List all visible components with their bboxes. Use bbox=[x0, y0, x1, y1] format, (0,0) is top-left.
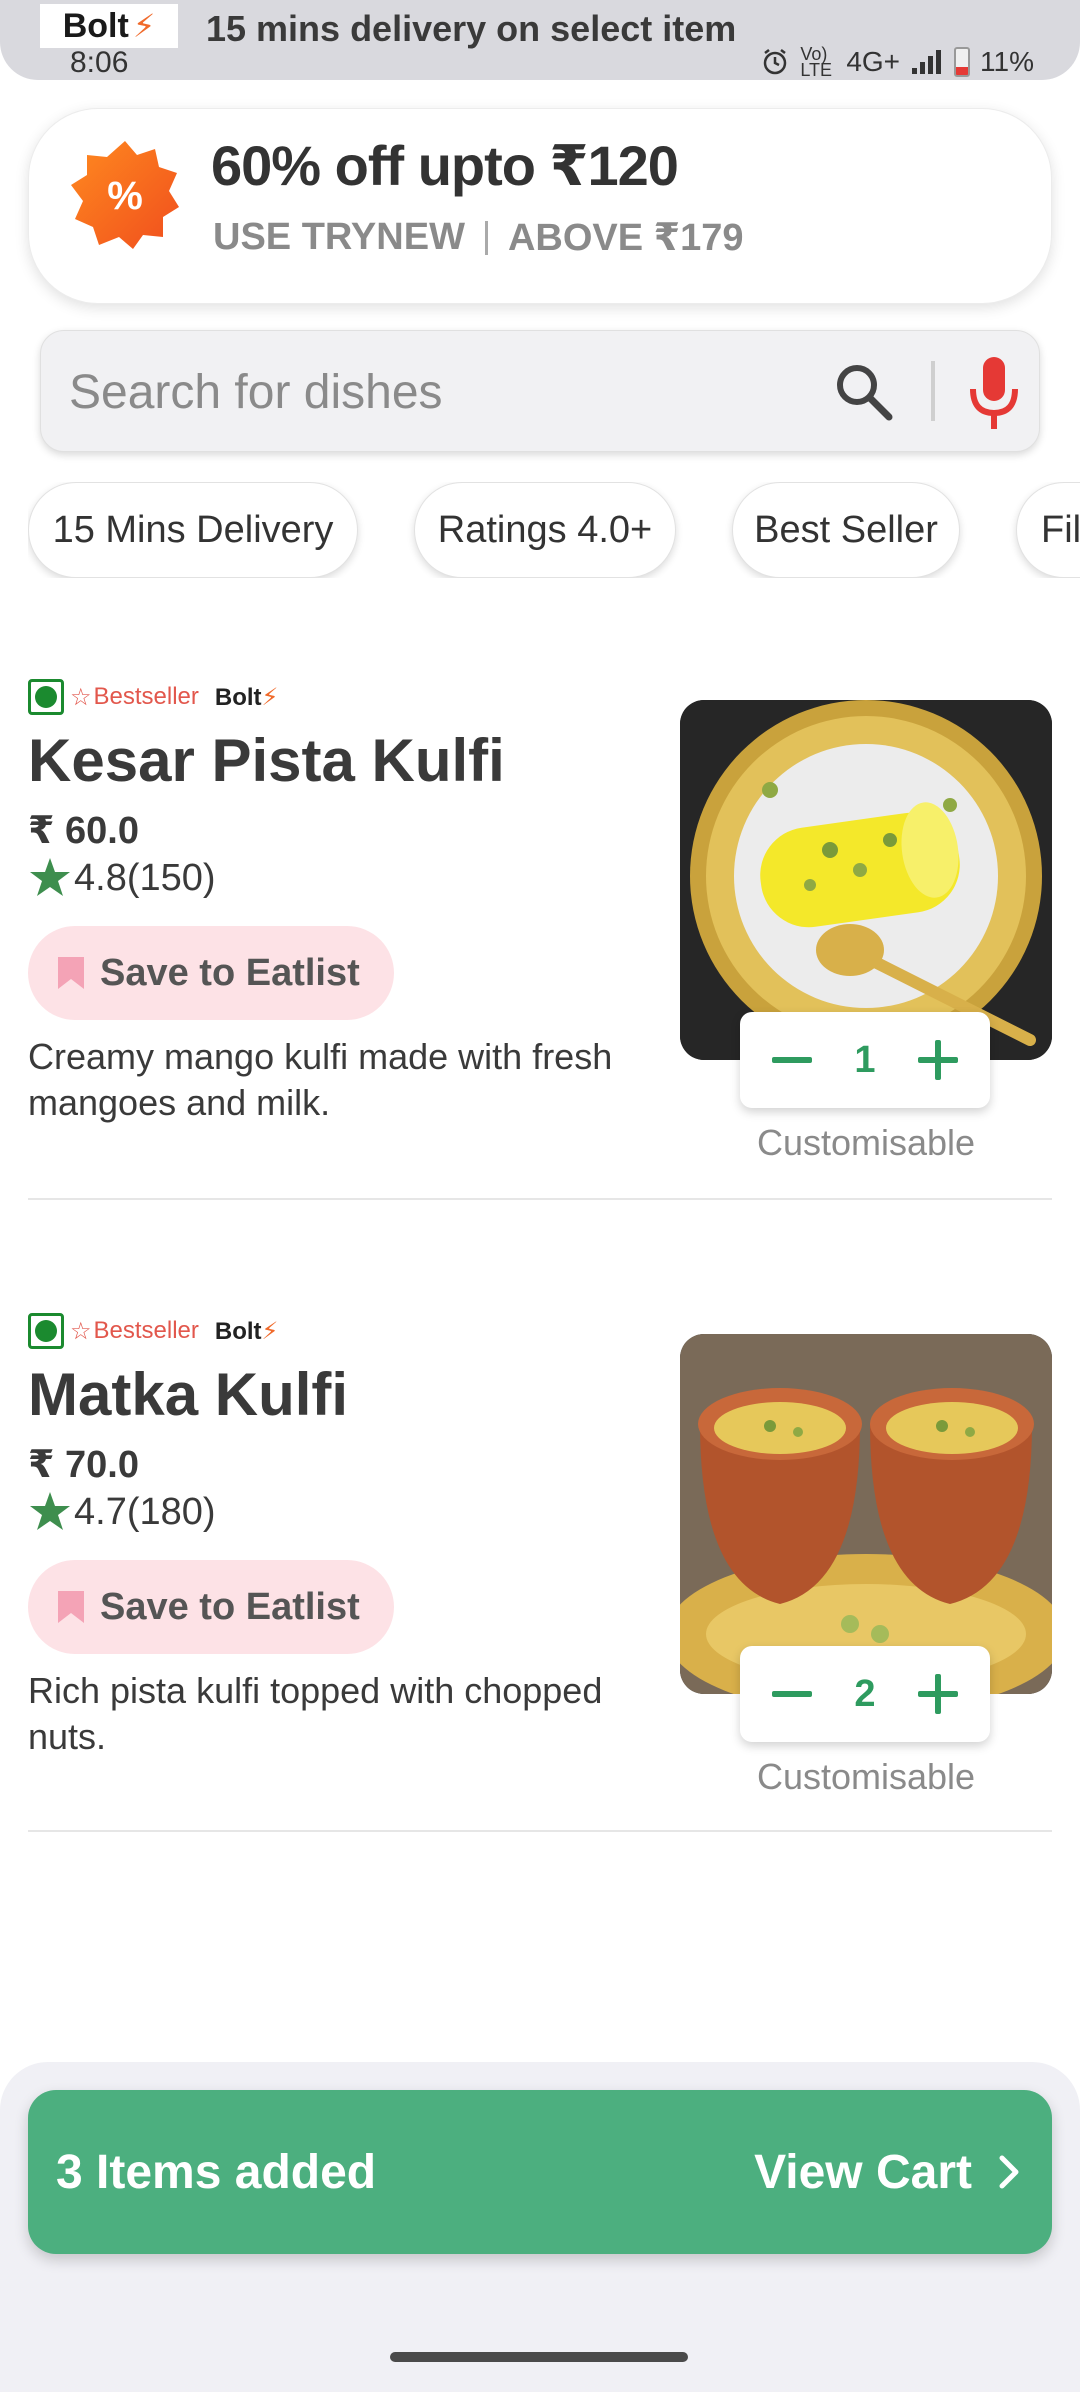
menu-item: ☆ Bestseller Bolt⚡ Kesar Pista Kulfi ₹ 60… bbox=[28, 678, 1052, 1198]
chip-filters[interactable]: Filt bbox=[1016, 482, 1080, 578]
discount-badge-icon: % bbox=[71, 141, 179, 249]
menu-item: ☆ Bestseller Bolt⚡ Matka Kulfi ₹ 70.0 4.7… bbox=[28, 1312, 1052, 1832]
chip-ratings[interactable]: Ratings 4.0+ bbox=[414, 482, 676, 578]
bolt-tag-icon: ⚡ bbox=[261, 683, 279, 711]
chevron-right-icon bbox=[999, 2155, 1019, 2189]
item-divider bbox=[28, 1830, 1052, 1832]
status-time: 8:06 bbox=[70, 46, 129, 79]
rating-value: 4.7(180) bbox=[74, 1490, 216, 1533]
rating-star-icon bbox=[30, 1492, 70, 1530]
minus-icon bbox=[772, 1691, 812, 1697]
offer-title: 60% off upto ₹120 bbox=[211, 134, 679, 197]
veg-icon bbox=[28, 679, 64, 715]
bolt-logo-text: Bolt bbox=[62, 6, 129, 45]
bolt-lightning-icon: ⚡ bbox=[132, 8, 156, 44]
offer-banner[interactable]: % 60% off upto ₹120 USE TRYNEW ABOVE ₹17… bbox=[28, 108, 1052, 304]
offer-subtitle: USE TRYNEW ABOVE ₹179 bbox=[213, 215, 743, 260]
bookmark-icon bbox=[58, 957, 84, 989]
view-cart-bar[interactable]: 3 Items added View Cart bbox=[28, 2090, 1052, 2254]
decrease-quantity-button[interactable] bbox=[770, 1038, 814, 1082]
offer-separator bbox=[484, 220, 488, 255]
bestseller-text: Bestseller bbox=[93, 683, 199, 710]
eatlist-label: Save to Eatlist bbox=[100, 1585, 360, 1628]
view-cart-button[interactable]: View Cart bbox=[754, 2145, 1024, 2200]
kesar-pista-kulfi-image bbox=[680, 700, 1052, 1060]
item-price: ₹ 70.0 bbox=[28, 1444, 139, 1486]
item-price: ₹ 60.0 bbox=[28, 810, 139, 852]
notification-text: 15 mins delivery on select item bbox=[206, 8, 737, 49]
search-input[interactable] bbox=[69, 359, 839, 425]
app-screen: Bolt ⚡ 15 mins delivery on select item 8:… bbox=[0, 0, 1080, 2392]
signal-icon bbox=[910, 48, 944, 76]
search-bar[interactable] bbox=[40, 330, 1040, 452]
item-image[interactable] bbox=[680, 1334, 1052, 1694]
chip-15-mins-delivery[interactable]: 15 Mins Delivery bbox=[28, 482, 358, 578]
customisable-label: Customisable bbox=[756, 1756, 976, 1797]
alarm-icon bbox=[760, 47, 790, 77]
eatlist-label: Save to Eatlist bbox=[100, 951, 360, 994]
minus-icon bbox=[772, 1057, 812, 1063]
item-rating: 4.8(150) bbox=[28, 856, 216, 900]
search-icon[interactable] bbox=[831, 359, 897, 425]
bestseller-text: Bestseller bbox=[93, 1317, 199, 1344]
mic-icon[interactable] bbox=[959, 353, 1029, 433]
item-description: Creamy mango kulfi made with fresh mango… bbox=[28, 1036, 613, 1123]
offer-condition: ABOVE ₹179 bbox=[507, 217, 744, 259]
cart-items-count: 3 Items added bbox=[56, 2145, 377, 2199]
bestseller-star-icon: ☆ bbox=[70, 683, 92, 711]
item-name: Matka Kulfi bbox=[28, 1361, 349, 1428]
status-icons: Vo) LTE 4G+ 11% bbox=[760, 44, 1034, 80]
status-bar: Bolt ⚡ 15 mins delivery on select item 8:… bbox=[0, 0, 1080, 80]
save-to-eatlist-button[interactable]: Save to Eatlist bbox=[28, 1560, 394, 1654]
filter-chips: 15 Mins Delivery Ratings 4.0+ Best Selle… bbox=[28, 482, 1080, 578]
item-image[interactable] bbox=[680, 700, 1052, 1060]
increase-quantity-button[interactable] bbox=[916, 1038, 960, 1082]
offer-code: USE TRYNEW bbox=[213, 216, 465, 258]
discount-badge-symbol: % bbox=[107, 174, 143, 218]
veg-icon bbox=[28, 1313, 64, 1349]
battery-icon bbox=[954, 47, 971, 77]
quantity-value: 2 bbox=[854, 1672, 876, 1715]
item-rating: 4.7(180) bbox=[28, 1490, 216, 1534]
increase-quantity-button[interactable] bbox=[916, 1672, 960, 1716]
rating-value: 4.8(150) bbox=[74, 856, 216, 899]
bolt-tag-text: Bolt bbox=[214, 683, 262, 711]
customisable-label: Customisable bbox=[756, 1122, 976, 1163]
item-divider bbox=[28, 1198, 1052, 1200]
bolt-tag: Bolt⚡ bbox=[215, 1317, 279, 1346]
bolt-tag-icon: ⚡ bbox=[261, 1317, 279, 1345]
item-tags: ☆ Bestseller Bolt⚡ bbox=[28, 678, 278, 716]
quantity-stepper: 1 bbox=[740, 1012, 990, 1108]
plus-icon bbox=[917, 1040, 958, 1080]
bestseller-tag: ☆ Bestseller bbox=[70, 683, 199, 712]
bestseller-star-icon: ☆ bbox=[70, 1317, 92, 1345]
view-cart-label: View Cart bbox=[754, 2145, 972, 2199]
rating-star-icon bbox=[30, 858, 70, 896]
plus-icon bbox=[917, 1674, 958, 1714]
chip-best-seller[interactable]: Best Seller bbox=[732, 482, 960, 578]
item-name: Kesar Pista Kulfi bbox=[28, 727, 505, 794]
matka-kulfi-image bbox=[680, 1334, 1052, 1694]
network-type: 4G+ bbox=[846, 46, 901, 77]
home-indicator[interactable] bbox=[390, 2352, 688, 2362]
item-description: Rich pista kulfi topped with chopped nut… bbox=[28, 1670, 603, 1757]
bolt-tag-text: Bolt bbox=[214, 1317, 262, 1345]
search-divider bbox=[931, 361, 935, 421]
volte-icon: Vo) LTE bbox=[800, 44, 833, 80]
save-to-eatlist-button[interactable]: Save to Eatlist bbox=[28, 926, 394, 1020]
item-tags: ☆ Bestseller Bolt⚡ bbox=[28, 1312, 278, 1350]
battery-percent: 11% bbox=[980, 46, 1034, 77]
bolt-tag: Bolt⚡ bbox=[215, 683, 279, 712]
bookmark-icon bbox=[58, 1591, 84, 1623]
decrease-quantity-button[interactable] bbox=[770, 1672, 814, 1716]
bestseller-tag: ☆ Bestseller bbox=[70, 1317, 199, 1346]
bolt-logo: Bolt ⚡ bbox=[40, 4, 178, 48]
quantity-value: 1 bbox=[854, 1038, 876, 1081]
quantity-stepper: 2 bbox=[740, 1646, 990, 1742]
